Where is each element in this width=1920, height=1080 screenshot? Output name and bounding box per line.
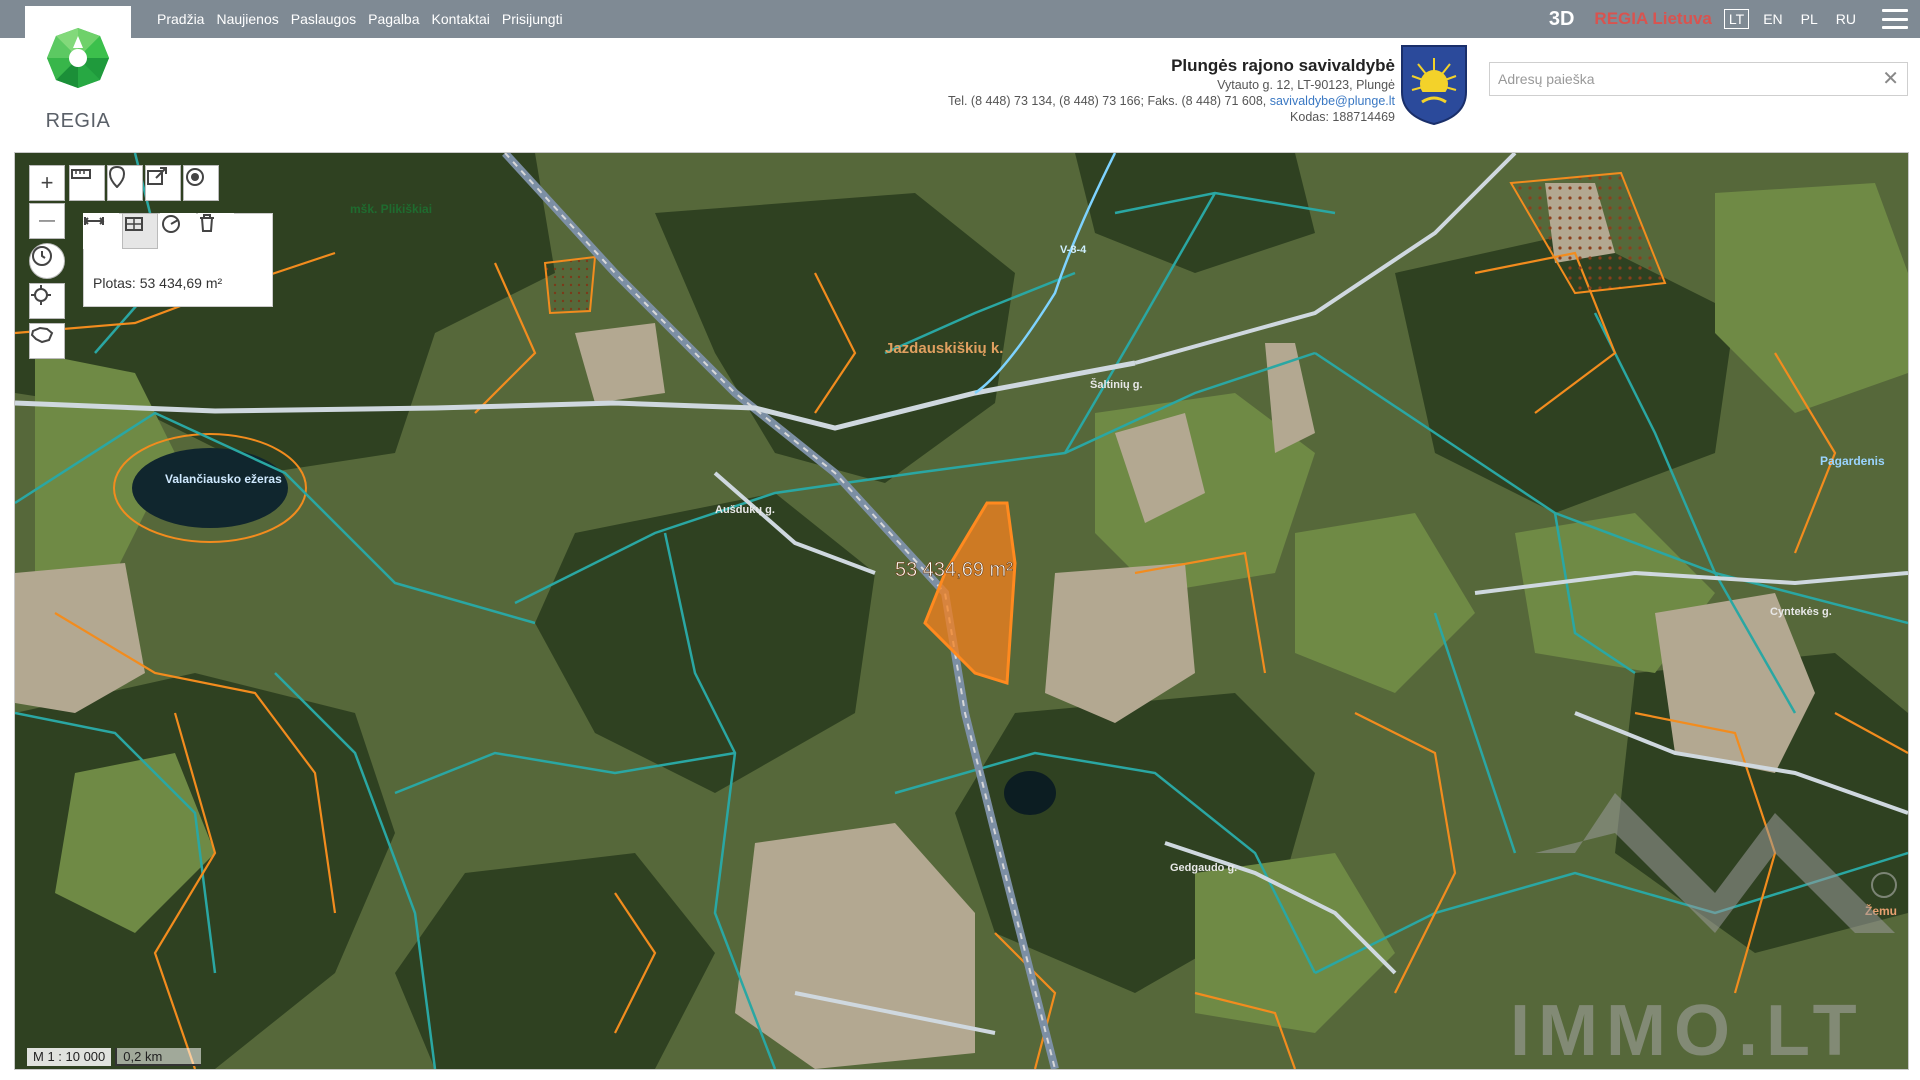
orthophoto-map: mšk. Plikiškiai Jazdauskiškių k. Valanči… <box>15 153 1908 1069</box>
municipality-phones: Tel. (8 448) 73 134, (8 448) 73 166; Fak… <box>948 94 1270 108</box>
measure-toolbox <box>83 213 273 307</box>
nav-item-paslaugos[interactable]: Paslaugos <box>291 11 356 27</box>
scale-bar: 0,2 km <box>115 1048 202 1066</box>
map-pin-icon <box>108 166 126 188</box>
map-label-road-cyntekes: Cyntekės g. <box>1770 606 1832 618</box>
ruler-icon <box>71 169 91 179</box>
3d-button[interactable]: 3D <box>1549 8 1575 31</box>
hatched-parcel-small <box>543 255 597 315</box>
map-label-forest: mšk. Plikiškiai <box>350 202 432 216</box>
area-readout: Plotas: 53 434,69 m² <box>93 275 223 291</box>
delete-measure-button[interactable] <box>198 213 234 249</box>
top-navigation-bar: Pradžia Naujienos Paslaugos Pagalba Kont… <box>0 0 1920 38</box>
address-search-input[interactable] <box>1490 63 1876 95</box>
locate-button[interactable] <box>29 283 65 319</box>
map-canvas[interactable]: mšk. Plikiškiai Jazdauskiškių k. Valanči… <box>14 152 1909 1070</box>
nav-item-naujienos[interactable]: Naujienos <box>216 11 278 27</box>
lang-en[interactable]: EN <box>1759 10 1786 28</box>
country-shape-icon <box>30 326 54 344</box>
share-button[interactable] <box>145 165 181 201</box>
measure-radius-button[interactable] <box>160 213 196 249</box>
share-icon <box>147 167 167 185</box>
zoom-out-icon: — <box>39 212 55 229</box>
lang-ru[interactable]: RU <box>1832 10 1860 28</box>
layers-button[interactable] <box>183 165 219 201</box>
target-icon <box>186 168 204 186</box>
map-label-road-pagardenis: Pagardenis <box>1820 454 1885 468</box>
map-label-road-ausdukai: Aušdukų g. <box>715 504 775 516</box>
watermark-text: IMMO.LT <box>1510 991 1865 1069</box>
municipality-email-link[interactable]: savivaldybe@plunge.lt <box>1270 94 1395 108</box>
nav-item-prisijungti[interactable]: Prisijungti <box>502 11 563 27</box>
map-label-road-v8: V-8-4 <box>1060 244 1087 256</box>
regia-lietuva-link[interactable]: REGIA Lietuva <box>1594 9 1711 29</box>
header: REGIA Plungės rajono savivaldybė Vytauto… <box>0 6 1920 156</box>
nav-item-pagalba[interactable]: Pagalba <box>368 11 419 27</box>
municipality-contacts: Tel. (8 448) 73 134, (8 448) 73 166; Fak… <box>948 93 1395 109</box>
history-button[interactable] <box>29 243 65 279</box>
zoom-in-icon: + <box>40 170 54 195</box>
nav-item-pradzia[interactable]: Pradžia <box>157 11 204 27</box>
zoom-in-button[interactable]: + <box>29 165 65 201</box>
municipality-title: Plungės rajono savivaldybė <box>1171 56 1395 75</box>
lang-pl[interactable]: PL <box>1797 10 1822 28</box>
regia-logo-icon <box>47 28 109 88</box>
hamburger-menu-icon[interactable] <box>1882 9 1908 29</box>
logo-text: REGIA <box>45 110 111 132</box>
zoom-out-button[interactable]: — <box>29 203 65 239</box>
clock-icon <box>32 246 52 266</box>
main-nav: Pradžia Naujienos Paslaugos Pagalba Kont… <box>157 0 563 38</box>
measure-length-button[interactable] <box>69 165 105 201</box>
lithuania-extent-button[interactable] <box>29 323 65 359</box>
crosshair-icon <box>31 285 51 305</box>
map-label-lake: Valančiausko ežeras <box>165 472 282 486</box>
place-marker-button[interactable] <box>107 165 143 201</box>
municipality-info: Plungės rajono savivaldybė Vytauto g. 12… <box>948 56 1395 125</box>
map-scale: M 1 : 10 000 0,2 km <box>27 1048 202 1066</box>
regia-logo[interactable]: REGIA <box>25 6 131 156</box>
measure-area-button[interactable] <box>122 213 158 249</box>
address-search: ✕ <box>1489 62 1908 96</box>
radius-icon <box>162 215 180 233</box>
area-icon <box>125 217 143 231</box>
lang-lt[interactable]: LT <box>1723 9 1750 29</box>
municipality-address: Vytauto g. 12, LT-90123, Plungė <box>1217 78 1395 92</box>
map-label-road-gedgaudo: Gedgaudo g. <box>1170 862 1237 874</box>
parcel-area-label: 53 434,69 m² <box>895 559 1013 581</box>
lake-valanciausko <box>132 448 288 528</box>
municipality-code: Kodas: 188714469 <box>1290 110 1395 124</box>
clear-search-icon[interactable]: ✕ <box>1882 68 1899 90</box>
map-label-village: Jazdauskiškių k. <box>885 340 1003 357</box>
distance-icon <box>83 217 105 225</box>
top-right-controls: 3D REGIA Lietuva LT EN PL RU <box>1549 0 1920 38</box>
coat-of-arms-icon <box>1401 45 1467 126</box>
scale-ratio: M 1 : 10 000 <box>27 1048 112 1066</box>
measure-distance-button[interactable] <box>83 213 119 249</box>
nav-item-kontaktai[interactable]: Kontaktai <box>432 11 490 27</box>
map-label-road-saltinis: Šaltinių g. <box>1090 378 1143 391</box>
trash-icon <box>200 214 214 232</box>
